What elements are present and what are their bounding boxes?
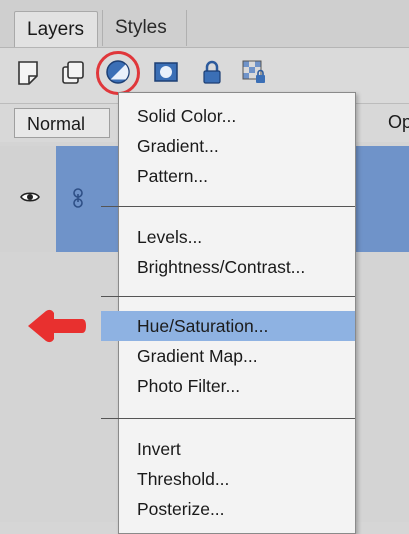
menu-item-brightness-contrast[interactable]: Brightness/Contrast... — [119, 252, 355, 282]
new-group-icon[interactable] — [60, 58, 88, 86]
tab-styles[interactable]: Styles — [102, 10, 187, 46]
menu-item-hue-saturation[interactable]: Hue/Saturation... — [101, 311, 355, 341]
tab-layers[interactable]: Layers — [14, 11, 98, 47]
menu-item-gradient-map[interactable]: Gradient Map... — [119, 341, 355, 371]
opacity-label: Op — [388, 112, 409, 132]
menu-item-pattern[interactable]: Pattern... — [119, 161, 355, 191]
panel-tab-bar: Layers Styles — [0, 0, 409, 48]
layer-mask-icon[interactable] — [152, 58, 180, 86]
link-icon[interactable] — [72, 188, 84, 213]
layers-panel: Layers Styles Normal Op Solid Color... G… — [0, 0, 409, 534]
menu-item-solid-color[interactable]: Solid Color... — [119, 101, 355, 131]
adjustment-layer-menu: Solid Color... Gradient... Pattern... Le… — [101, 92, 356, 534]
menu-item-invert[interactable]: Invert — [119, 434, 355, 464]
highlight-circle — [96, 51, 140, 95]
red-arrow-icon — [26, 307, 88, 350]
menu-item-gradient[interactable]: Gradient... — [119, 131, 355, 161]
lock-all-icon[interactable] — [198, 58, 226, 86]
new-layer-icon[interactable] — [14, 58, 42, 86]
menu-item-posterize[interactable]: Posterize... — [119, 494, 355, 524]
blend-mode-select[interactable]: Normal — [14, 108, 110, 138]
menu-item-threshold[interactable]: Threshold... — [119, 464, 355, 494]
menu-separator — [101, 206, 355, 207]
lock-transparency-icon[interactable] — [240, 58, 268, 86]
menu-item-levels[interactable]: Levels... — [119, 222, 355, 252]
eye-icon[interactable] — [20, 190, 40, 209]
menu-separator — [101, 418, 355, 419]
menu-separator — [101, 296, 355, 297]
menu-item-photo-filter[interactable]: Photo Filter... — [119, 371, 355, 401]
